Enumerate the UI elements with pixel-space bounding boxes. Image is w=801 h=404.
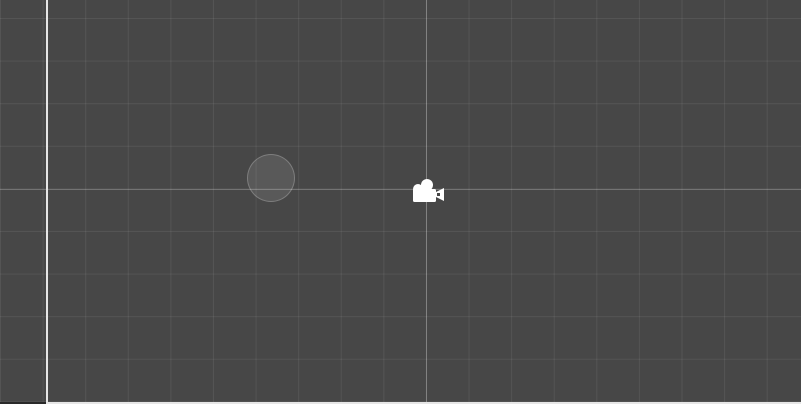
viewport-left-border <box>46 0 48 404</box>
camera-icon[interactable] <box>408 176 446 204</box>
horizontal-axis-line <box>0 189 801 190</box>
scene-viewport[interactable] <box>0 0 801 404</box>
circle-gizmo-icon[interactable] <box>247 154 295 202</box>
